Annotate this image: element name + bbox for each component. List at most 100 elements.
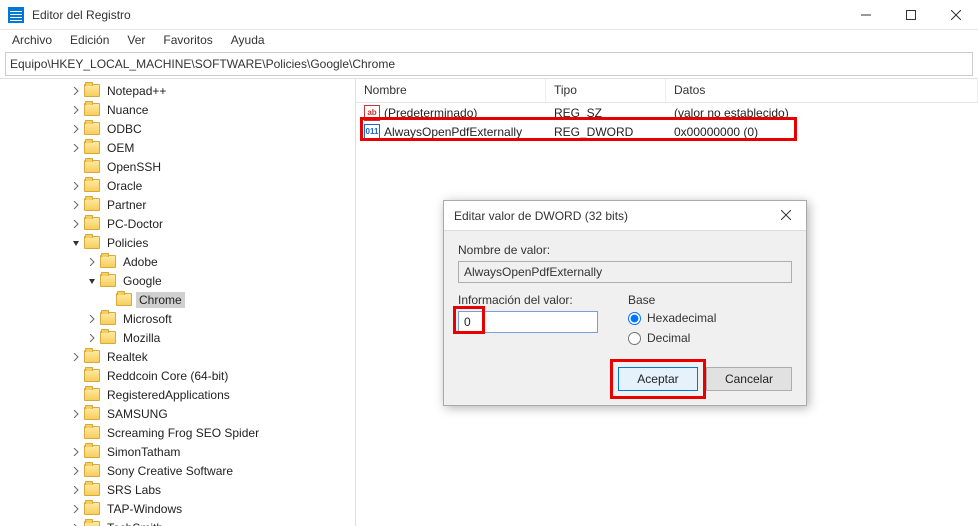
tree-item[interactable]: Partner — [0, 195, 355, 214]
tree-item[interactable]: SRS Labs — [0, 480, 355, 499]
folder-icon — [116, 293, 132, 306]
chevron-right-icon[interactable] — [70, 199, 82, 211]
accept-button[interactable]: Aceptar — [618, 367, 698, 391]
menu-view[interactable]: Ver — [119, 31, 153, 49]
radio-dec-input[interactable] — [628, 332, 641, 345]
app-icon — [8, 7, 24, 23]
dialog-close-button[interactable] — [776, 209, 796, 223]
chevron-none-icon — [70, 161, 82, 173]
chevron-right-icon[interactable] — [70, 484, 82, 496]
tree-item[interactable]: RegisteredApplications — [0, 385, 355, 404]
maximize-button[interactable] — [888, 0, 933, 29]
tree-item[interactable]: Screaming Frog SEO Spider — [0, 423, 355, 442]
list-header: Nombre Tipo Datos — [356, 79, 978, 103]
menu-edit[interactable]: Edición — [62, 31, 117, 49]
folder-icon — [100, 274, 116, 287]
tree-item-label: SimonTatham — [104, 444, 183, 460]
radio-hex-input[interactable] — [628, 312, 641, 325]
folder-icon — [84, 521, 100, 526]
chevron-right-icon[interactable] — [70, 465, 82, 477]
base-label: Base — [628, 293, 716, 307]
tree-item-label: Realtek — [104, 349, 151, 365]
chevron-right-icon[interactable] — [70, 351, 82, 363]
menu-help[interactable]: Ayuda — [223, 31, 273, 49]
menubar: Archivo Edición Ver Favoritos Ayuda — [0, 30, 978, 50]
tree-item[interactable]: TechSmith — [0, 518, 355, 526]
tree-item[interactable]: Policies — [0, 233, 355, 252]
close-button[interactable] — [933, 0, 978, 29]
annotation-row-highlight — [360, 117, 797, 141]
tree-item-label: PC-Doctor — [104, 216, 166, 232]
chevron-right-icon[interactable] — [70, 142, 82, 154]
tree-item[interactable]: Realtek — [0, 347, 355, 366]
chevron-right-icon[interactable] — [86, 313, 98, 325]
minimize-button[interactable] — [843, 0, 888, 29]
folder-icon — [100, 255, 116, 268]
chevron-right-icon[interactable] — [70, 503, 82, 515]
radio-dec[interactable]: Decimal — [628, 331, 716, 345]
chevron-right-icon[interactable] — [86, 332, 98, 344]
tree-item-label: Microsoft — [120, 311, 175, 327]
address-bar[interactable]: Equipo\HKEY_LOCAL_MACHINE\SOFTWARE\Polic… — [5, 52, 973, 76]
radio-hex[interactable]: Hexadecimal — [628, 311, 716, 325]
tree-item[interactable]: SimonTatham — [0, 442, 355, 461]
folder-icon — [84, 236, 100, 249]
tree-item[interactable]: TAP-Windows — [0, 499, 355, 518]
folder-icon — [84, 198, 100, 211]
tree-item[interactable]: Microsoft — [0, 309, 355, 328]
chevron-right-icon[interactable] — [70, 85, 82, 97]
tree-item-label: Sony Creative Software — [104, 463, 236, 479]
tree-item[interactable]: SAMSUNG — [0, 404, 355, 423]
chevron-right-icon[interactable] — [70, 408, 82, 420]
tree-item-label: Nuance — [104, 102, 151, 118]
tree-item[interactable]: Oracle — [0, 176, 355, 195]
tree-item-label: SAMSUNG — [104, 406, 171, 422]
tree-item[interactable]: Chrome — [0, 290, 355, 309]
col-data[interactable]: Datos — [666, 79, 978, 102]
tree-item-label: SRS Labs — [104, 482, 164, 498]
chevron-right-icon[interactable] — [70, 180, 82, 192]
value-input[interactable] — [458, 311, 598, 333]
tree-item[interactable]: Adobe — [0, 252, 355, 271]
tree-item[interactable]: Sony Creative Software — [0, 461, 355, 480]
tree-item[interactable]: OEM — [0, 138, 355, 157]
chevron-none-icon — [102, 294, 114, 306]
chevron-down-icon[interactable] — [86, 275, 98, 287]
tree-item-label: Reddcoin Core (64-bit) — [104, 368, 231, 384]
tree-item[interactable]: Nuance — [0, 100, 355, 119]
tree-item[interactable]: Mozilla — [0, 328, 355, 347]
tree-item-label: Screaming Frog SEO Spider — [104, 425, 262, 441]
folder-icon — [84, 84, 100, 97]
tree-item-label: Partner — [104, 197, 149, 213]
data-label: Información del valor: — [458, 293, 598, 307]
menu-file[interactable]: Archivo — [4, 31, 60, 49]
tree-item-label: OpenSSH — [104, 159, 164, 175]
name-field[interactable]: AlwaysOpenPdfExternally — [458, 261, 792, 283]
chevron-right-icon[interactable] — [70, 446, 82, 458]
tree-item[interactable]: PC-Doctor — [0, 214, 355, 233]
col-type[interactable]: Tipo — [546, 79, 666, 102]
tree-panel[interactable]: Notepad++ NuanceODBCOEM OpenSSHOracle Partn… — [0, 79, 356, 526]
tree-item[interactable]: Notepad++ — [0, 81, 355, 100]
menu-favorites[interactable]: Favoritos — [155, 31, 220, 49]
tree-item-label: Policies — [104, 235, 151, 251]
chevron-down-icon[interactable] — [70, 237, 82, 249]
chevron-right-icon[interactable] — [86, 256, 98, 268]
edit-dword-dialog: Editar valor de DWORD (32 bits) Nombre d… — [443, 200, 807, 406]
folder-icon — [84, 426, 100, 439]
folder-icon — [84, 350, 100, 363]
tree-item-label: Mozilla — [120, 330, 163, 346]
tree-item[interactable]: ODBC — [0, 119, 355, 138]
titlebar: Editor del Registro — [0, 0, 978, 30]
tree-item-label: Adobe — [120, 254, 161, 270]
folder-icon — [84, 388, 100, 401]
chevron-right-icon[interactable] — [70, 123, 82, 135]
col-name[interactable]: Nombre — [356, 79, 546, 102]
chevron-right-icon[interactable] — [70, 522, 82, 526]
tree-item[interactable]: OpenSSH — [0, 157, 355, 176]
tree-item[interactable]: Reddcoin Core (64-bit) — [0, 366, 355, 385]
tree-item[interactable]: Google — [0, 271, 355, 290]
chevron-right-icon[interactable] — [70, 104, 82, 116]
chevron-right-icon[interactable] — [70, 218, 82, 230]
cancel-button[interactable]: Cancelar — [706, 367, 792, 391]
